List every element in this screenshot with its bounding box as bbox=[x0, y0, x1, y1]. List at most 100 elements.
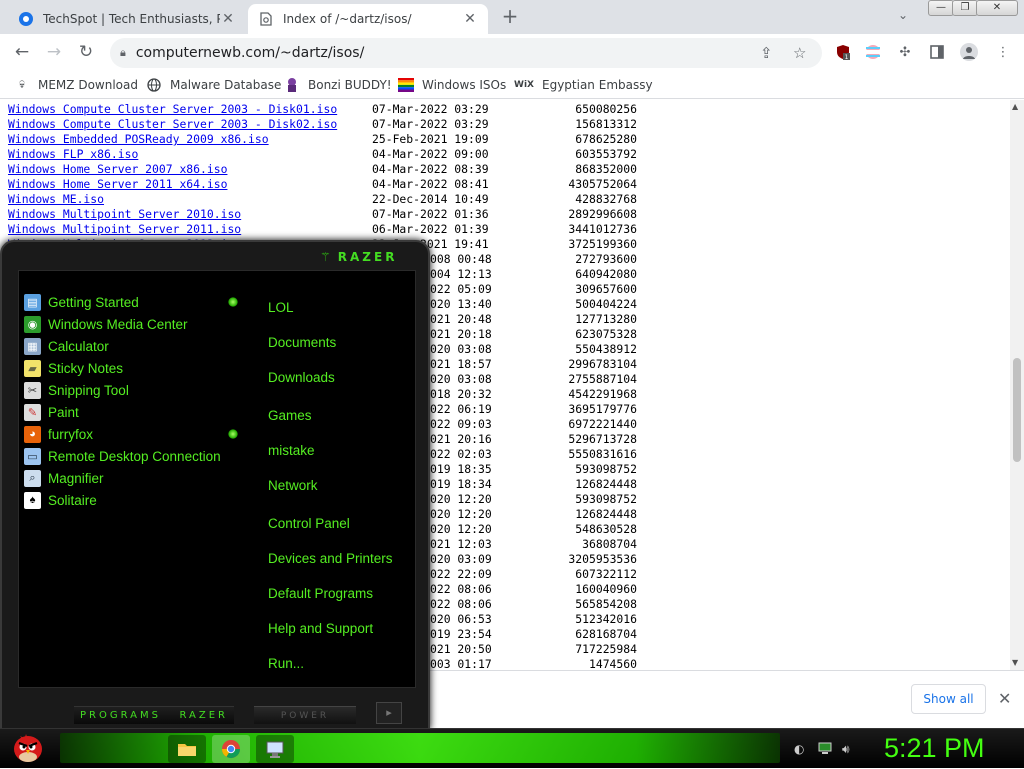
file-date: 022 09:03 bbox=[430, 417, 492, 431]
file-date: 020 03:09 bbox=[430, 552, 492, 566]
shutdown-options-arrow-icon[interactable]: ▸ bbox=[376, 702, 402, 724]
file-date: 25-Feb-2021 19:09 bbox=[372, 132, 489, 146]
start-menu-item-solitaire[interactable]: ♠ Solitaire bbox=[24, 490, 97, 510]
iso-file-link[interactable]: Windows ME.iso bbox=[8, 192, 104, 207]
network-icon[interactable] bbox=[818, 742, 832, 757]
start-menu-item-label: Magnifier bbox=[48, 470, 104, 486]
start-menu-item-getting-started[interactable]: ▤ Getting Started bbox=[24, 292, 139, 312]
restore-button[interactable]: ❐ bbox=[952, 0, 978, 16]
start-menu-place-default-programs[interactable]: Default Programs bbox=[268, 586, 373, 601]
start-menu-item-magnifier[interactable]: ⌕ Magnifier bbox=[24, 468, 104, 488]
start-menu-item-windows-media-center[interactable]: ◉ Windows Media Center bbox=[24, 314, 188, 334]
file-date: 07-Mar-2022 01:36 bbox=[372, 207, 489, 221]
tab-index-isos[interactable]: Index of /~dartz/isos/ ✕ bbox=[248, 4, 488, 34]
start-menu-item-label: furryfox bbox=[48, 426, 94, 442]
jump-list-arrow-icon[interactable] bbox=[228, 429, 238, 439]
iso-file-link[interactable]: Windows Compute Cluster Server 2003 - Di… bbox=[8, 117, 337, 132]
scroll-down-icon[interactable]: ▼ bbox=[1012, 658, 1018, 667]
new-tab-button[interactable]: + bbox=[500, 6, 520, 26]
all-programs-brand: RAZER bbox=[179, 710, 229, 721]
profile-avatar-icon[interactable] bbox=[960, 43, 978, 61]
side-panel-icon[interactable] bbox=[928, 43, 946, 61]
start-menu-place-help-and-support[interactable]: Help and Support bbox=[268, 621, 373, 636]
reload-icon[interactable]: ↻ bbox=[76, 42, 96, 62]
address-bar[interactable]: 🔒︎ computernewb.com/~dartz/isos/ ⇪ ☆ bbox=[110, 38, 822, 68]
iso-file-link[interactable]: Windows Home Server 2011 x64.iso bbox=[8, 177, 227, 192]
file-size: 36808704 bbox=[582, 537, 637, 551]
start-menu-item-sticky-notes[interactable]: ▰ Sticky Notes bbox=[24, 358, 123, 378]
start-menu-place-run[interactable]: Run... bbox=[268, 656, 304, 671]
close-tab-icon[interactable]: ✕ bbox=[462, 11, 478, 27]
start-menu-item-remote-desktop-connection[interactable]: ▭ Remote Desktop Connection bbox=[24, 446, 221, 466]
all-programs-button[interactable]: PROGRAMS RAZER bbox=[74, 706, 234, 724]
start-button-angry-bird-icon[interactable] bbox=[6, 725, 50, 769]
start-menu-item-calculator[interactable]: ▦ Calculator bbox=[24, 336, 109, 356]
url-text: computernewb.com/~dartz/isos/ bbox=[135, 45, 365, 61]
iso-file-link[interactable]: Windows Compute Cluster Server 2003 - Di… bbox=[8, 102, 337, 117]
jump-list-arrow-icon[interactable] bbox=[228, 297, 238, 307]
razer-logo: ⚚ RAZER bbox=[320, 250, 397, 264]
iso-file-link[interactable]: Windows FLP x86.iso bbox=[8, 147, 138, 162]
share-icon[interactable]: ⇪ bbox=[760, 44, 773, 62]
remote-desktop-icon[interactable] bbox=[256, 735, 294, 763]
razer-brand-text: RAZER bbox=[337, 250, 398, 264]
flag-extension-icon[interactable] bbox=[864, 43, 882, 61]
bookmark-windows-isos[interactable]: Windows ISOs bbox=[398, 76, 506, 94]
iso-file-link[interactable]: Windows Embedded POSReady 2009 x86.iso bbox=[8, 132, 269, 147]
remote-desktop-icon: ▭ bbox=[24, 447, 41, 465]
volume-icon[interactable]: 🔊︎ bbox=[842, 742, 850, 757]
scroll-thumb[interactable] bbox=[1013, 358, 1021, 462]
start-menu-place-mistake[interactable]: mistake bbox=[268, 443, 315, 458]
close-window-button[interactable]: ✕ bbox=[976, 0, 1018, 16]
file-date: 06-Mar-2022 01:39 bbox=[372, 222, 489, 236]
file-size: 603553792 bbox=[575, 147, 637, 161]
start-menu-item-furryfox[interactable]: ◕ furryfox bbox=[24, 424, 93, 444]
start-menu-place-documents[interactable]: Documents bbox=[268, 335, 336, 350]
scroll-up-icon[interactable]: ▲ bbox=[1012, 102, 1018, 111]
start-menu-place-lol[interactable]: LOL bbox=[268, 300, 294, 315]
file-size: 640942080 bbox=[575, 267, 637, 281]
back-icon[interactable]: ← bbox=[12, 42, 32, 62]
start-menu-place-control-panel[interactable]: Control Panel bbox=[268, 516, 350, 531]
start-menu-item-snipping-tool[interactable]: ✂ Snipping Tool bbox=[24, 380, 129, 400]
file-explorer-icon[interactable] bbox=[168, 735, 206, 763]
close-tab-icon[interactable]: ✕ bbox=[220, 11, 236, 27]
extensions-puzzle-icon[interactable]: ✣ bbox=[896, 43, 914, 61]
close-downloads-bar-icon[interactable]: ✕ bbox=[998, 689, 1011, 708]
getting-started-icon: ▤ bbox=[24, 293, 41, 311]
ublock-extension-icon[interactable]: 1 bbox=[834, 43, 852, 61]
bookmark-star-icon[interactable]: ☆ bbox=[793, 44, 806, 62]
file-size: 548630528 bbox=[575, 522, 637, 536]
snipping-tool-icon: ✂ bbox=[24, 381, 41, 399]
kebab-menu-icon[interactable]: ⋮ bbox=[994, 43, 1012, 61]
show-all-button[interactable]: Show all bbox=[911, 684, 986, 714]
file-date: 021 20:48 bbox=[430, 312, 492, 326]
vertical-scrollbar[interactable]: ▲ ▼ bbox=[1010, 100, 1024, 670]
iso-file-link[interactable]: Windows Multipoint Server 2010.iso bbox=[8, 207, 241, 222]
taskbar-clock[interactable]: 5:21 PM bbox=[884, 733, 985, 764]
action-center-icon[interactable]: ◐ bbox=[794, 742, 804, 756]
file-size: 4305752064 bbox=[568, 177, 637, 191]
file-date: 018 20:32 bbox=[430, 387, 492, 401]
bookmark-malware-database[interactable]: Malware Database bbox=[146, 76, 281, 94]
bookmark-bonzi-buddy[interactable]: Bonzi BUDDY! bbox=[284, 76, 392, 94]
start-menu-place-network[interactable]: Network bbox=[268, 478, 318, 493]
lock-icon[interactable]: 🔒︎ bbox=[120, 46, 126, 60]
bookmark-memz[interactable]: 💀︎ MEMZ Download bbox=[14, 76, 138, 94]
chrome-icon[interactable] bbox=[212, 735, 250, 763]
file-size: 156813312 bbox=[575, 117, 637, 131]
start-menu-place-devices-and-printers[interactable]: Devices and Printers bbox=[268, 551, 393, 566]
start-menu-item-paint[interactable]: ✎ Paint bbox=[24, 402, 79, 422]
tab-search-icon[interactable]: ⌄ bbox=[898, 8, 908, 22]
iso-file-link[interactable]: Windows Multipoint Server 2011.iso bbox=[8, 222, 241, 237]
forward-icon[interactable]: → bbox=[44, 42, 64, 62]
bookmark-egyptian-embassy[interactable]: WiX Egyptian Embassy bbox=[514, 76, 653, 94]
tab-techspot[interactable]: TechSpot | Tech Enthusiasts, Pow ✕ bbox=[8, 4, 246, 34]
rainbow-flag-icon bbox=[398, 77, 414, 93]
iso-file-link[interactable]: Windows Home Server 2007 x86.iso bbox=[8, 162, 227, 177]
start-menu-place-downloads[interactable]: Downloads bbox=[268, 370, 335, 385]
minimize-button[interactable]: — bbox=[928, 0, 954, 16]
shutdown-button[interactable]: POWER bbox=[254, 706, 356, 724]
file-size: 309657600 bbox=[575, 282, 637, 296]
start-menu-place-games[interactable]: Games bbox=[268, 408, 312, 423]
